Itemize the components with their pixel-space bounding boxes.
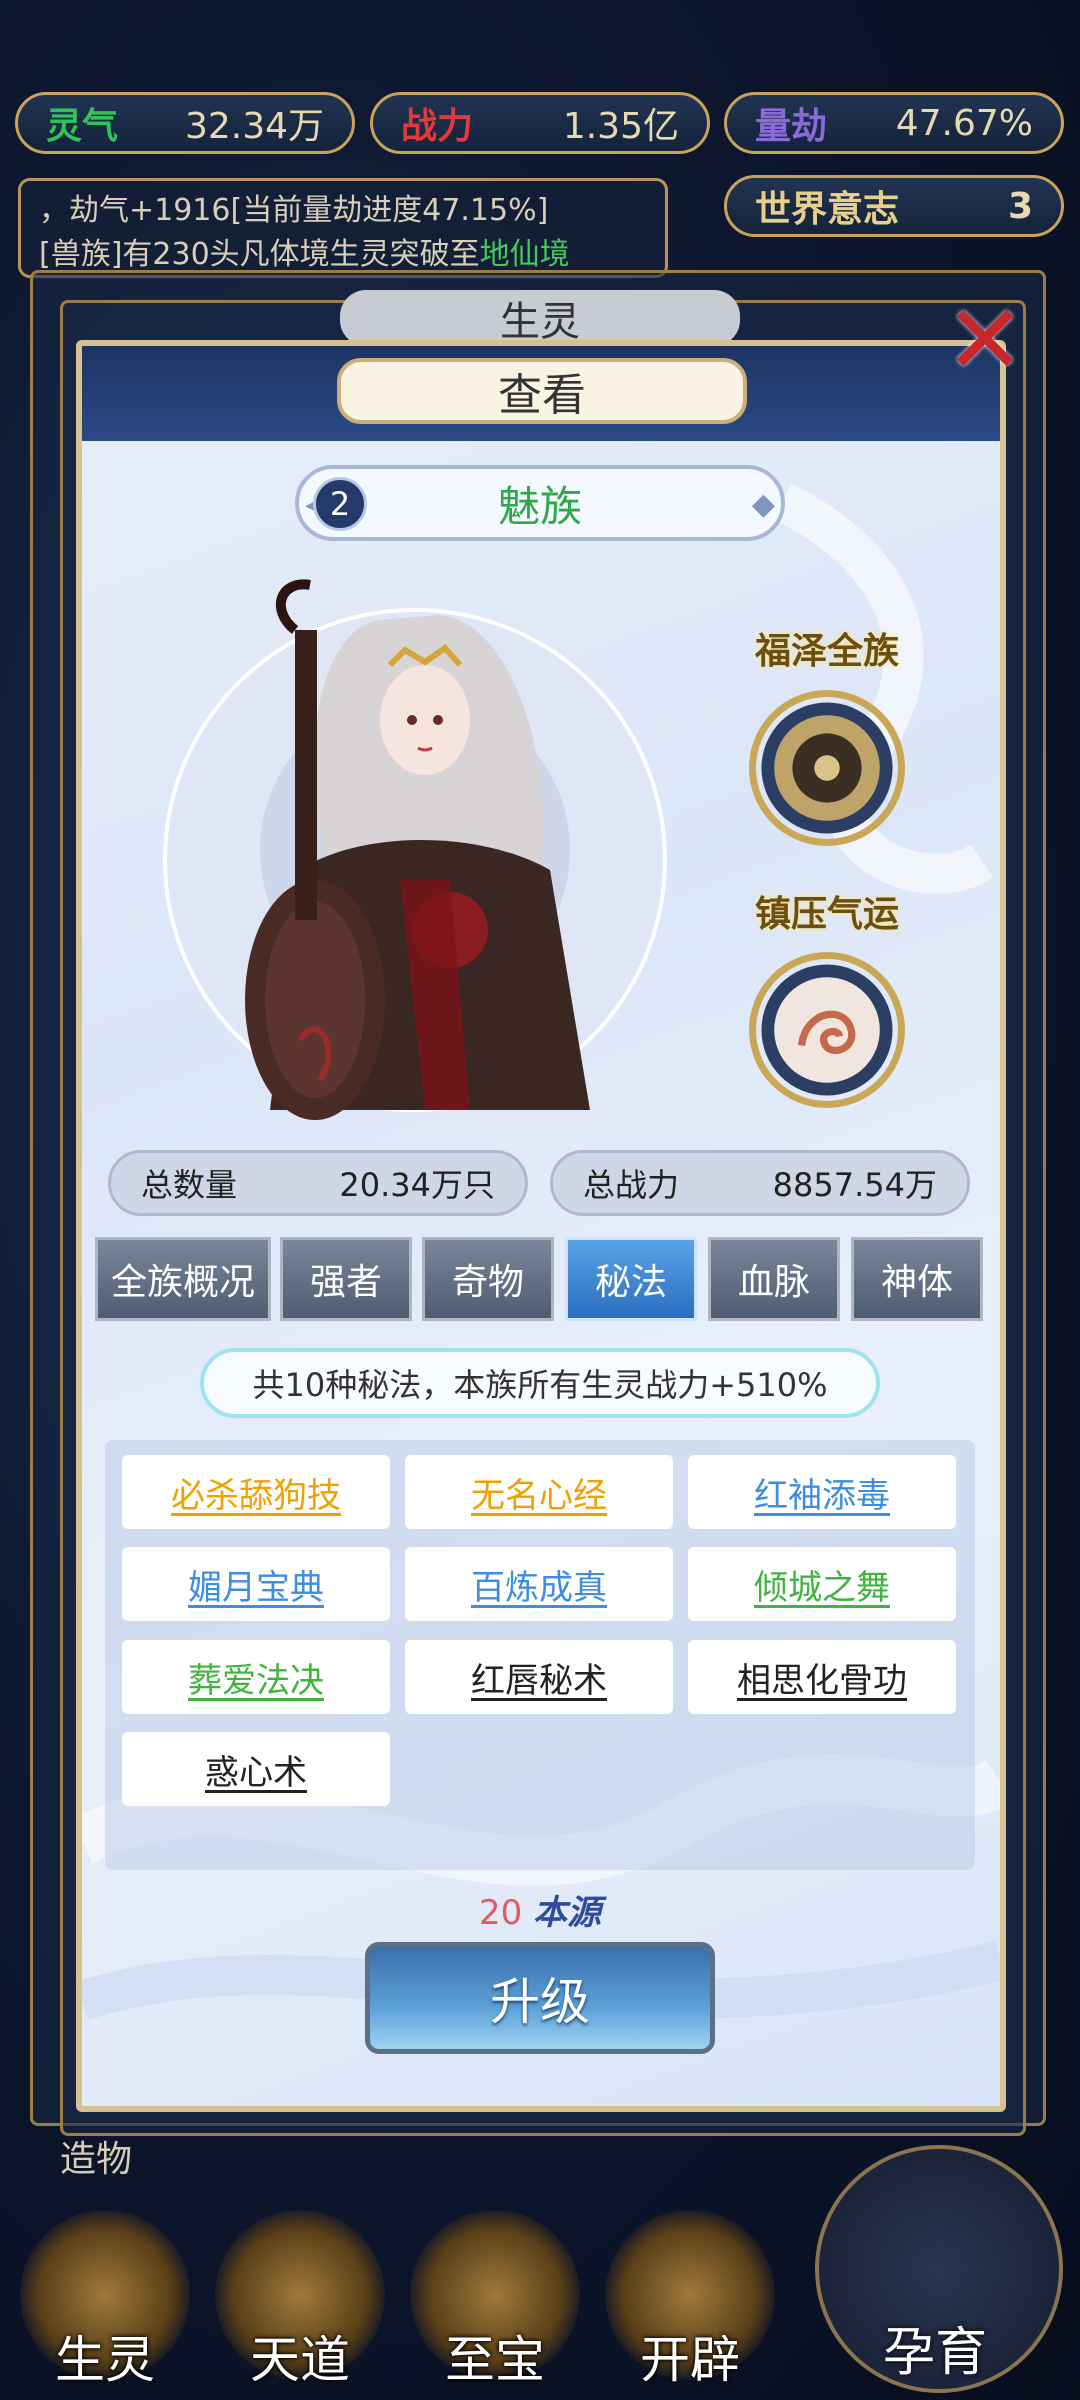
breed-button[interactable]: 孕育 bbox=[815, 2310, 1055, 2385]
background-panel-title: 生灵 bbox=[340, 290, 740, 346]
total-count-value: 20.34万只 bbox=[339, 1166, 495, 1204]
skill-item[interactable]: 百炼成真 bbox=[405, 1547, 673, 1621]
stat-liangjie-label: 量劫 bbox=[755, 106, 828, 147]
nav-shengling[interactable]: 生灵 bbox=[20, 2320, 190, 2392]
cost-unit: 本源 bbox=[533, 1893, 602, 1933]
nav-kaipi[interactable]: 开辟 bbox=[605, 2320, 775, 2392]
total-count-label: 总数量 bbox=[141, 1166, 238, 1204]
tab-artifacts[interactable]: 奇物 bbox=[422, 1237, 554, 1321]
race-number-badge: 2 bbox=[313, 477, 367, 531]
tab-overview[interactable]: 全族概况 bbox=[95, 1237, 271, 1321]
tab-strong[interactable]: 强者 bbox=[280, 1237, 412, 1321]
stat-liangjie: 量劫 47.67% bbox=[724, 92, 1064, 154]
skill-item[interactable]: 倾城之舞 bbox=[688, 1547, 956, 1621]
skill-item[interactable]: 红唇秘术 bbox=[405, 1640, 673, 1714]
total-count: 总数量 20.34万只 bbox=[108, 1150, 528, 1216]
next-race-arrow-icon[interactable]: ◆ bbox=[752, 487, 775, 522]
stat-lingqi-label: 灵气 bbox=[46, 106, 119, 147]
race-portrait bbox=[163, 579, 667, 1120]
skill-item[interactable]: 葬爱法决 bbox=[122, 1640, 390, 1714]
stat-lingqi-value: 32.34万 bbox=[184, 106, 324, 147]
panel-header: 查看 bbox=[82, 346, 1000, 441]
phoenix-medallion-icon[interactable] bbox=[749, 952, 905, 1108]
event-log[interactable]: ，劫气+1916[当前量劫进度47.15%] [兽族]有230头凡体境生灵突破至… bbox=[18, 178, 668, 278]
stat-zhanli-value: 1.35亿 bbox=[562, 106, 679, 147]
panel-title: 查看 bbox=[337, 358, 747, 424]
log-line-2-text: [兽族]有230头凡体境生灵突破至 bbox=[39, 237, 480, 272]
skill-item[interactable]: 无名心经 bbox=[405, 1455, 673, 1529]
secret-arts-summary: 共10种秘法，本族所有生灵战力+510% bbox=[200, 1348, 880, 1418]
log-line-1: ，劫气+1916[当前量劫进度47.15%] bbox=[39, 193, 549, 228]
skill-item[interactable]: 惑心术 bbox=[122, 1732, 390, 1806]
bagua-medallion-icon[interactable] bbox=[749, 690, 905, 846]
skill-item[interactable]: 红袖添毒 bbox=[688, 1455, 956, 1529]
world-will[interactable]: 世界意志 3 bbox=[724, 175, 1064, 237]
stat-lingqi: 灵气 32.34万 bbox=[15, 92, 355, 154]
total-power: 总战力 8857.54万 bbox=[550, 1150, 970, 1216]
stat-zhanli-label: 战力 bbox=[401, 106, 474, 147]
badge-fuze-label: 福泽全族 bbox=[754, 631, 899, 672]
race-name: 魅族 bbox=[497, 481, 582, 531]
stat-zhanli: 战力 1.35亿 bbox=[370, 92, 710, 154]
world-will-value: 3 bbox=[1007, 185, 1033, 227]
tab-bloodline[interactable]: 血脉 bbox=[708, 1237, 840, 1321]
skill-item[interactable]: 相思化骨功 bbox=[688, 1640, 956, 1714]
skill-item[interactable]: 必杀舔狗技 bbox=[122, 1455, 390, 1529]
badge-zhenya-label: 镇压气运 bbox=[754, 894, 899, 935]
upgrade-button[interactable]: 升级 bbox=[365, 1942, 715, 2054]
cost-number: 20 bbox=[478, 1893, 523, 1933]
tab-divine-body[interactable]: 神体 bbox=[851, 1237, 983, 1321]
log-line-2-highlight: 地仙境 bbox=[479, 237, 570, 272]
nav-tiandao[interactable]: 天道 bbox=[215, 2320, 385, 2392]
upgrade-cost: 20 本源 bbox=[0, 1885, 1080, 1934]
tab-secret-arts[interactable]: 秘法 bbox=[565, 1237, 697, 1321]
total-power-label: 总战力 bbox=[583, 1166, 680, 1204]
race-selector[interactable]: ◀ 2 魅族 ◆ bbox=[295, 465, 785, 541]
nav-zhibao[interactable]: 至宝 bbox=[410, 2320, 580, 2392]
total-power-value: 8857.54万 bbox=[772, 1166, 937, 1204]
skill-item[interactable]: 媚月宝典 bbox=[122, 1547, 390, 1621]
stat-liangjie-value: 47.67% bbox=[895, 102, 1033, 144]
close-icon[interactable]: ✕ bbox=[940, 284, 1030, 396]
creation-label[interactable]: 造物 bbox=[60, 2130, 132, 2182]
world-will-label: 世界意志 bbox=[755, 189, 900, 230]
